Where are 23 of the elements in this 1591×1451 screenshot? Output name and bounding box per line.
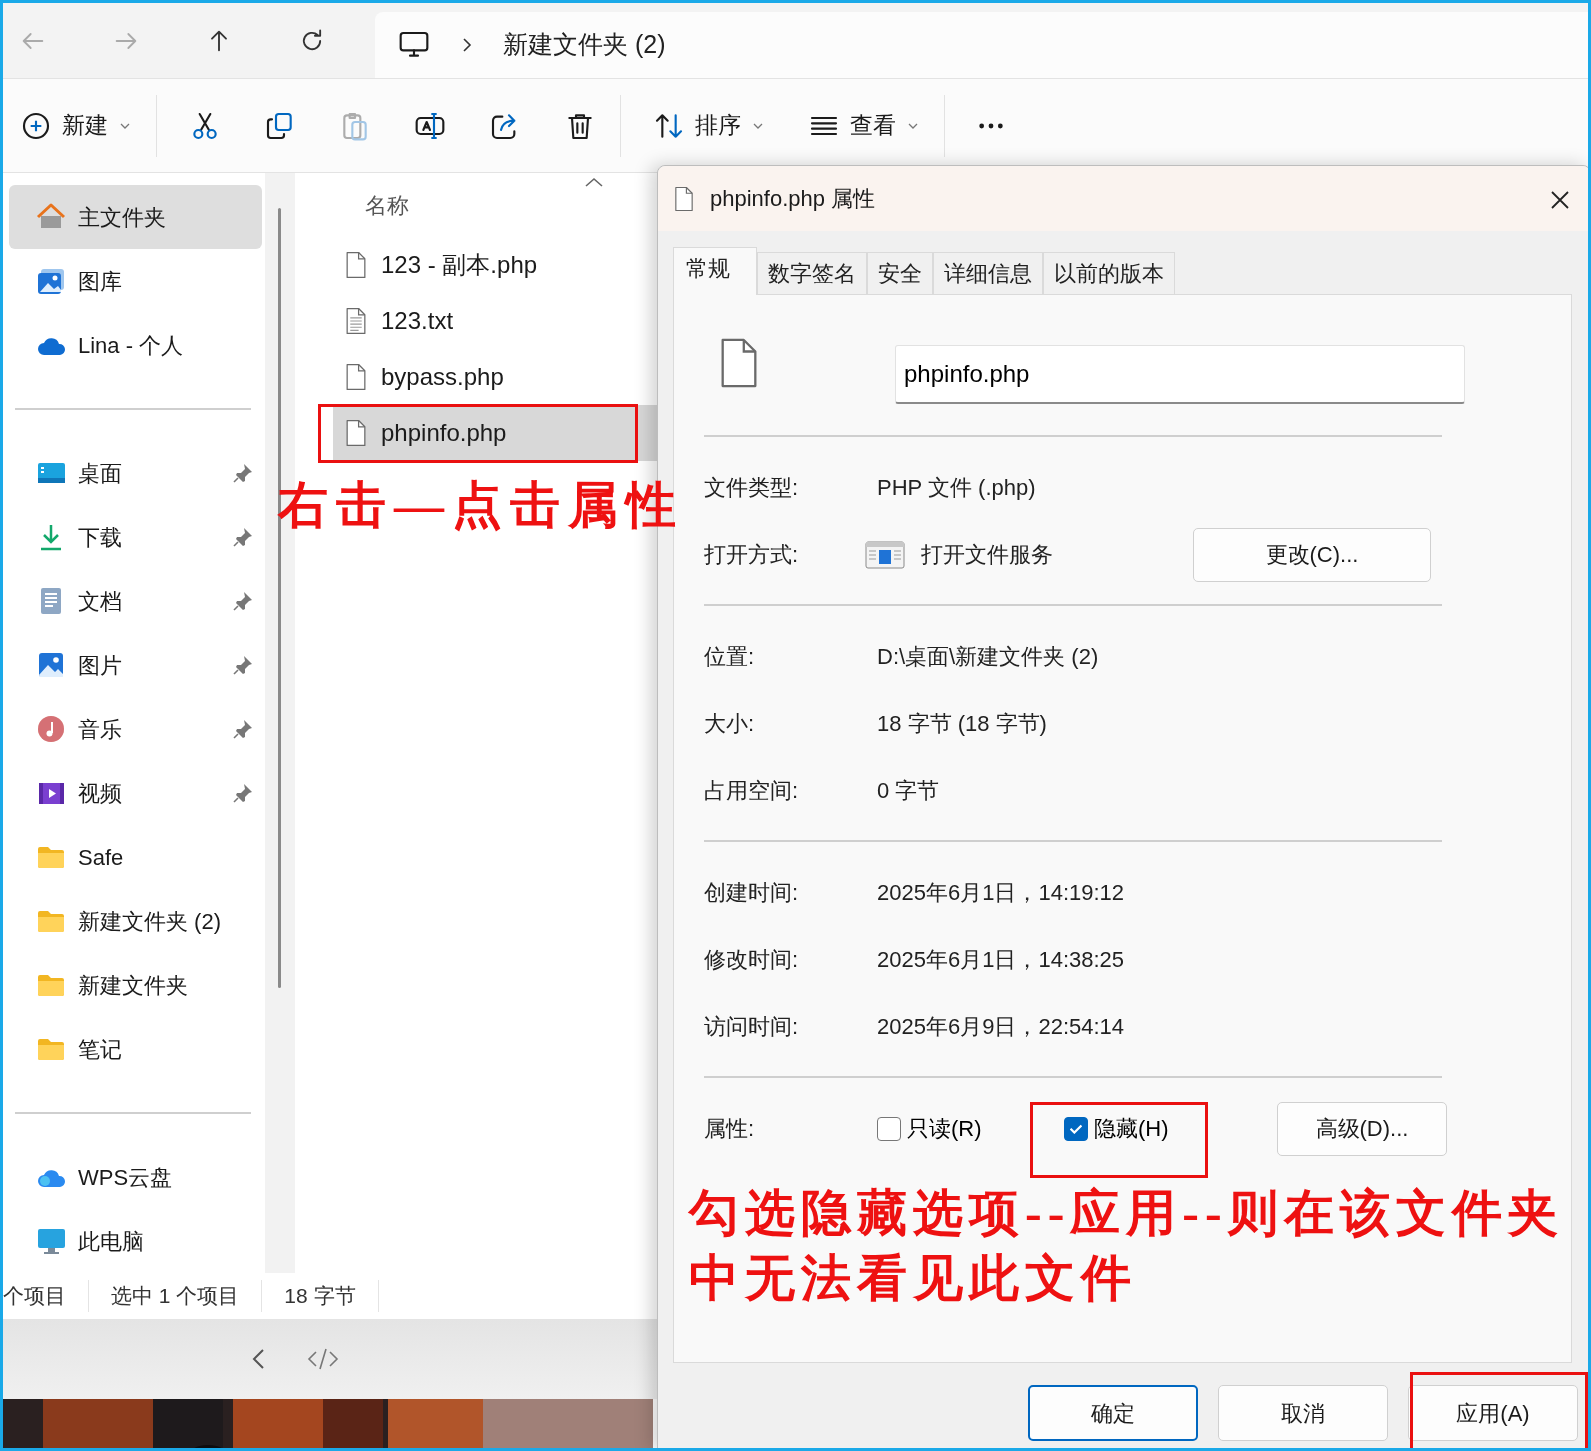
- field-label: 修改时间:: [704, 946, 800, 974]
- field-value: PHP 文件 (.php): [877, 474, 1036, 502]
- window-title: phpinfo.php 属性: [710, 185, 876, 213]
- field-label: 访问时间:: [704, 1013, 800, 1041]
- status-text: 18 字节: [262, 1280, 379, 1312]
- field-value: 打开文件服务: [921, 541, 1054, 569]
- field-label: 占用空间:: [704, 777, 800, 805]
- field-label: 属性:: [704, 1115, 756, 1143]
- status-text: 个项目: [3, 1280, 89, 1312]
- field-value: 2025年6月1日，14:38:25: [877, 946, 1125, 974]
- field-label: 大小:: [704, 710, 756, 738]
- status-text: 选中 1 个项目: [89, 1280, 263, 1312]
- field-value: 2025年6月9日，22:54:14: [877, 1013, 1125, 1041]
- annotation-text: 右击—点击属性: [278, 476, 685, 535]
- field-label: 打开方式:: [704, 541, 800, 569]
- field-value: 2025年6月1日，14:19:12: [877, 879, 1125, 907]
- field-label: 文件类型:: [704, 474, 800, 502]
- field-value: D:\桌面\新建文件夹 (2): [877, 643, 1099, 671]
- field-label: 位置:: [704, 643, 756, 671]
- field-value: 18 字节 (18 字节): [877, 710, 1047, 738]
- field-label: 创建时间:: [704, 879, 800, 907]
- field-value: 0 字节: [877, 777, 940, 805]
- annotation-text: 勾选隐藏选项--应用--则在该文件夹中无法看见此文件: [689, 1184, 1565, 1308]
